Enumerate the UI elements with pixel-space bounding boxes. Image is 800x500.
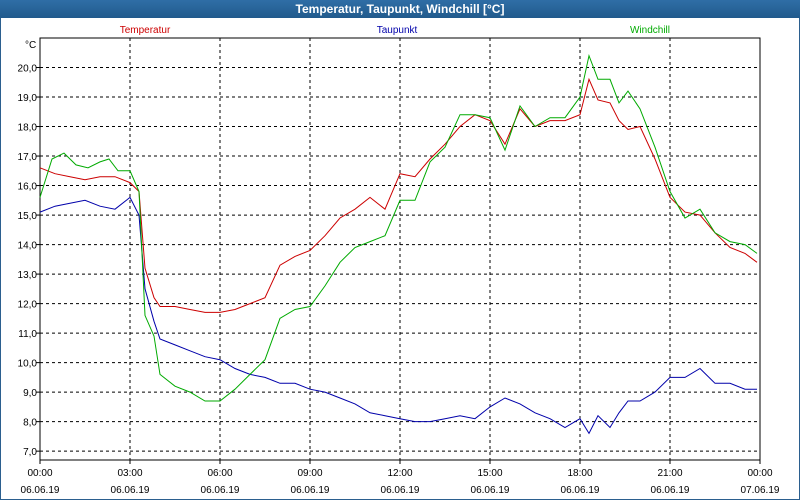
y-tick-label: 11,0 [18, 329, 37, 340]
x-tick-date: 06.06.19 [111, 485, 150, 496]
x-tick-date: 06.06.19 [651, 485, 690, 496]
y-axis-unit: °C [25, 40, 36, 51]
x-tick-date: 06.06.19 [471, 485, 510, 496]
x-tick-date: 06.06.19 [291, 485, 330, 496]
y-tick-label: 16,0 [18, 182, 38, 193]
x-tick-date: 06.06.19 [561, 485, 600, 496]
series-lines [39, 53, 758, 435]
x-tick-date: 06.06.19 [201, 485, 240, 496]
legend-windchill: Windchill [630, 25, 670, 36]
x-tick-time: 00:00 [747, 468, 772, 479]
y-tick-label: 14,0 [18, 241, 38, 252]
y-tick-label: 15,0 [18, 211, 38, 222]
series-line-taupunkt [39, 196, 757, 435]
x-tick-time: 15:00 [477, 468, 502, 479]
line-chart: 7,0 8,0 9,0 10,0 11,0 12,0 13,0 14,0 15,0 16,0 17,… [18, 25, 780, 496]
legend-temperatur: Temperatur [120, 25, 171, 36]
x-tick-time: 00:00 [27, 468, 52, 479]
x-tick-time: 21:00 [657, 468, 682, 479]
x-tick-date: 06.06.19 [21, 485, 60, 496]
y-tick-label: 13,0 [18, 270, 38, 281]
y-tick-label: 18,0 [18, 123, 38, 134]
y-tick-label: 17,0 [18, 152, 38, 163]
y-axis-ticks: 7,0 8,0 9,0 10,0 11,0 12,0 13,0 14,0 15,0 16,0 17,… [18, 64, 40, 458]
y-tick-label: 7,0 [23, 447, 37, 458]
y-tick-label: 10,0 [18, 359, 38, 370]
x-tick-date: 07.06.19 [741, 485, 780, 496]
y-tick-label: 19,0 [18, 93, 38, 104]
y-tick-label: 12,0 [18, 300, 38, 311]
x-tick-time: 18:00 [567, 468, 592, 479]
x-tick-date: 06.06.19 [381, 485, 420, 496]
series-line-windchill [39, 53, 758, 402]
x-axis-ticks: 00:00 06.06.19 03:00 06.06.19 06:00 06.06.19 0… [21, 460, 780, 496]
y-tick-label: 9,0 [23, 388, 37, 399]
grid [40, 38, 760, 460]
y-tick-label: 8,0 [23, 418, 37, 429]
x-tick-time: 12:00 [387, 468, 412, 479]
x-tick-time: 06:00 [207, 468, 232, 479]
series-line-temperatur [39, 77, 758, 313]
legend-taupunkt: Taupunkt [377, 25, 418, 36]
x-tick-time: 03:00 [117, 468, 142, 479]
y-tick-label: 20,0 [18, 64, 38, 75]
x-tick-time: 09:00 [297, 468, 322, 479]
legend: Temperatur Taupunkt Windchill [120, 25, 670, 36]
